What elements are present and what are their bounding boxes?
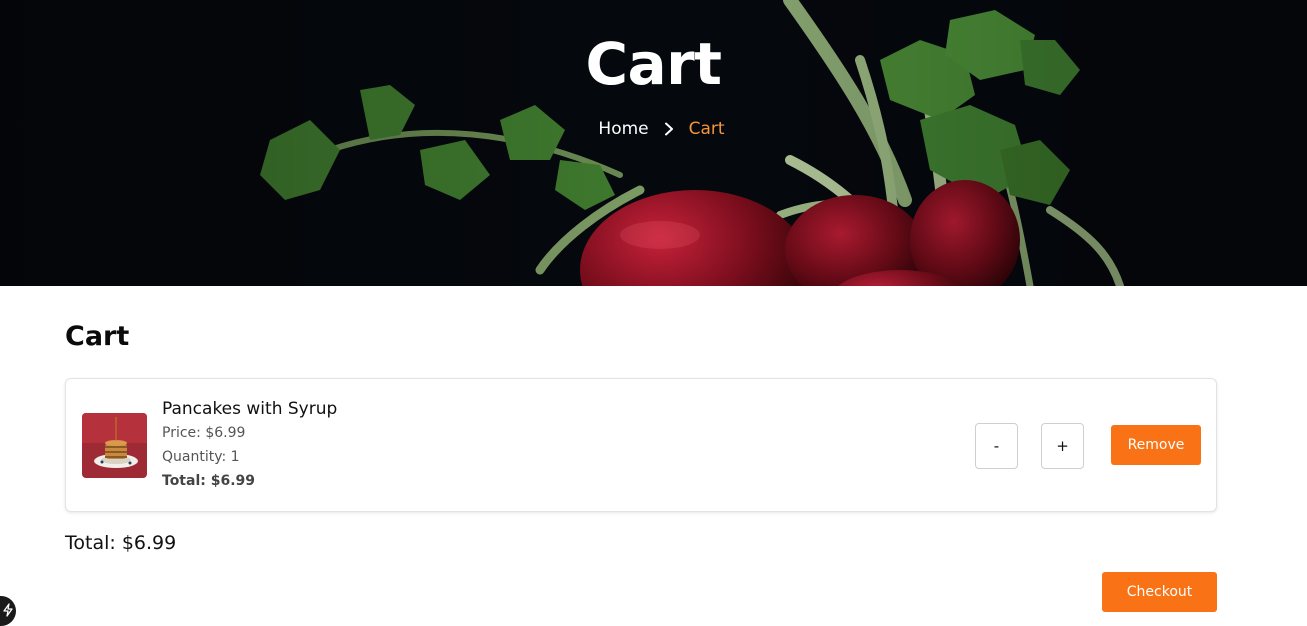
cart-item-quantity: Quantity: 1 xyxy=(162,449,240,465)
pancakes-image xyxy=(82,413,147,478)
decrement-quantity-button[interactable]: - xyxy=(975,423,1018,469)
cart-grand-total: Total: $6.99 xyxy=(65,532,177,554)
hero-banner: Cart Home Cart xyxy=(0,0,1307,286)
breadcrumb-home-link[interactable]: Home xyxy=(598,118,648,140)
remove-item-button[interactable]: Remove xyxy=(1111,425,1201,465)
bolt-icon xyxy=(0,602,15,621)
cart-item-price: Price: $6.99 xyxy=(162,425,246,441)
breadcrumb-current: Cart xyxy=(688,119,725,139)
hero-content: Cart Home Cart xyxy=(0,28,1307,140)
hero-title: Cart xyxy=(585,30,722,98)
cart-item-name: Pancakes with Syrup xyxy=(162,399,338,419)
cart-item: Pancakes with Syrup Price: $6.99 Quantit… xyxy=(65,378,1217,512)
increment-quantity-button[interactable]: + xyxy=(1041,423,1084,469)
page-title: Cart xyxy=(65,321,130,352)
chevron-right-icon xyxy=(663,122,675,136)
cart-item-total: Total: $6.99 xyxy=(162,473,256,489)
checkout-button[interactable]: Checkout xyxy=(1102,572,1217,612)
cart-main: Cart Pancakes with Syrup Price: $6.99 Qu xyxy=(0,286,1307,626)
cart-item-info: Pancakes with Syrup Price: $6.99 Quantit… xyxy=(162,397,337,493)
floating-action-button[interactable] xyxy=(0,596,16,626)
breadcrumb: Home Cart xyxy=(0,118,1307,140)
